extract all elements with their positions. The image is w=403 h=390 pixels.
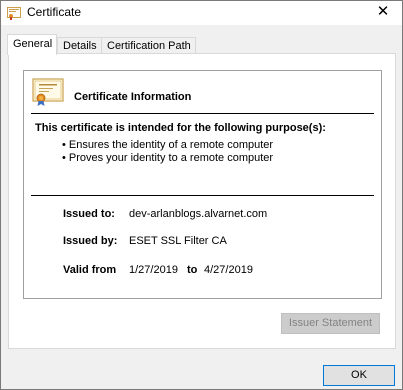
divider-bottom: [31, 195, 374, 196]
divider-top: [31, 113, 374, 114]
valid-from-label: Valid from: [63, 264, 117, 276]
issued-to-value: dev-arlanblogs.alvarnet.com: [129, 208, 268, 220]
issuer-statement-button[interactable]: Issuer Statement: [281, 313, 380, 334]
valid-to-label: to: [187, 264, 198, 276]
close-button[interactable]: ✕: [372, 2, 394, 22]
purpose-list: Ensures the identity of a remote compute…: [62, 139, 273, 165]
general-panel: Certificate Information This certificate…: [8, 53, 396, 349]
window-title: Certificate: [27, 5, 82, 19]
valid-to-value: 4/27/2019: [204, 264, 253, 276]
issued-to-label: Issued to:: [63, 208, 115, 220]
purpose-heading: This certificate is intended for the fol…: [35, 122, 326, 134]
issued-by-value: ESET SSL Filter CA: [129, 235, 227, 247]
purpose-item: Proves your identity to a remote compute…: [62, 152, 273, 165]
purpose-item: Ensures the identity of a remote compute…: [62, 139, 273, 152]
ok-button[interactable]: OK: [323, 365, 395, 386]
certificate-information-heading: Certificate Information: [74, 91, 192, 103]
valid-from-value: 1/27/2019: [129, 264, 178, 276]
tab-general[interactable]: General: [7, 34, 57, 55]
title-bar: Certificate ✕: [1, 1, 402, 25]
certificate-info-box: Certificate Information This certificate…: [23, 70, 382, 299]
certificate-window: Certificate ✕ General Details Certificat…: [0, 0, 403, 390]
certificate-large-icon: [32, 78, 64, 106]
certificate-icon: [7, 7, 21, 20]
tab-details[interactable]: Details: [57, 37, 102, 54]
issued-by-label: Issued by:: [63, 235, 118, 247]
tab-certification-path[interactable]: Certification Path: [101, 37, 196, 54]
